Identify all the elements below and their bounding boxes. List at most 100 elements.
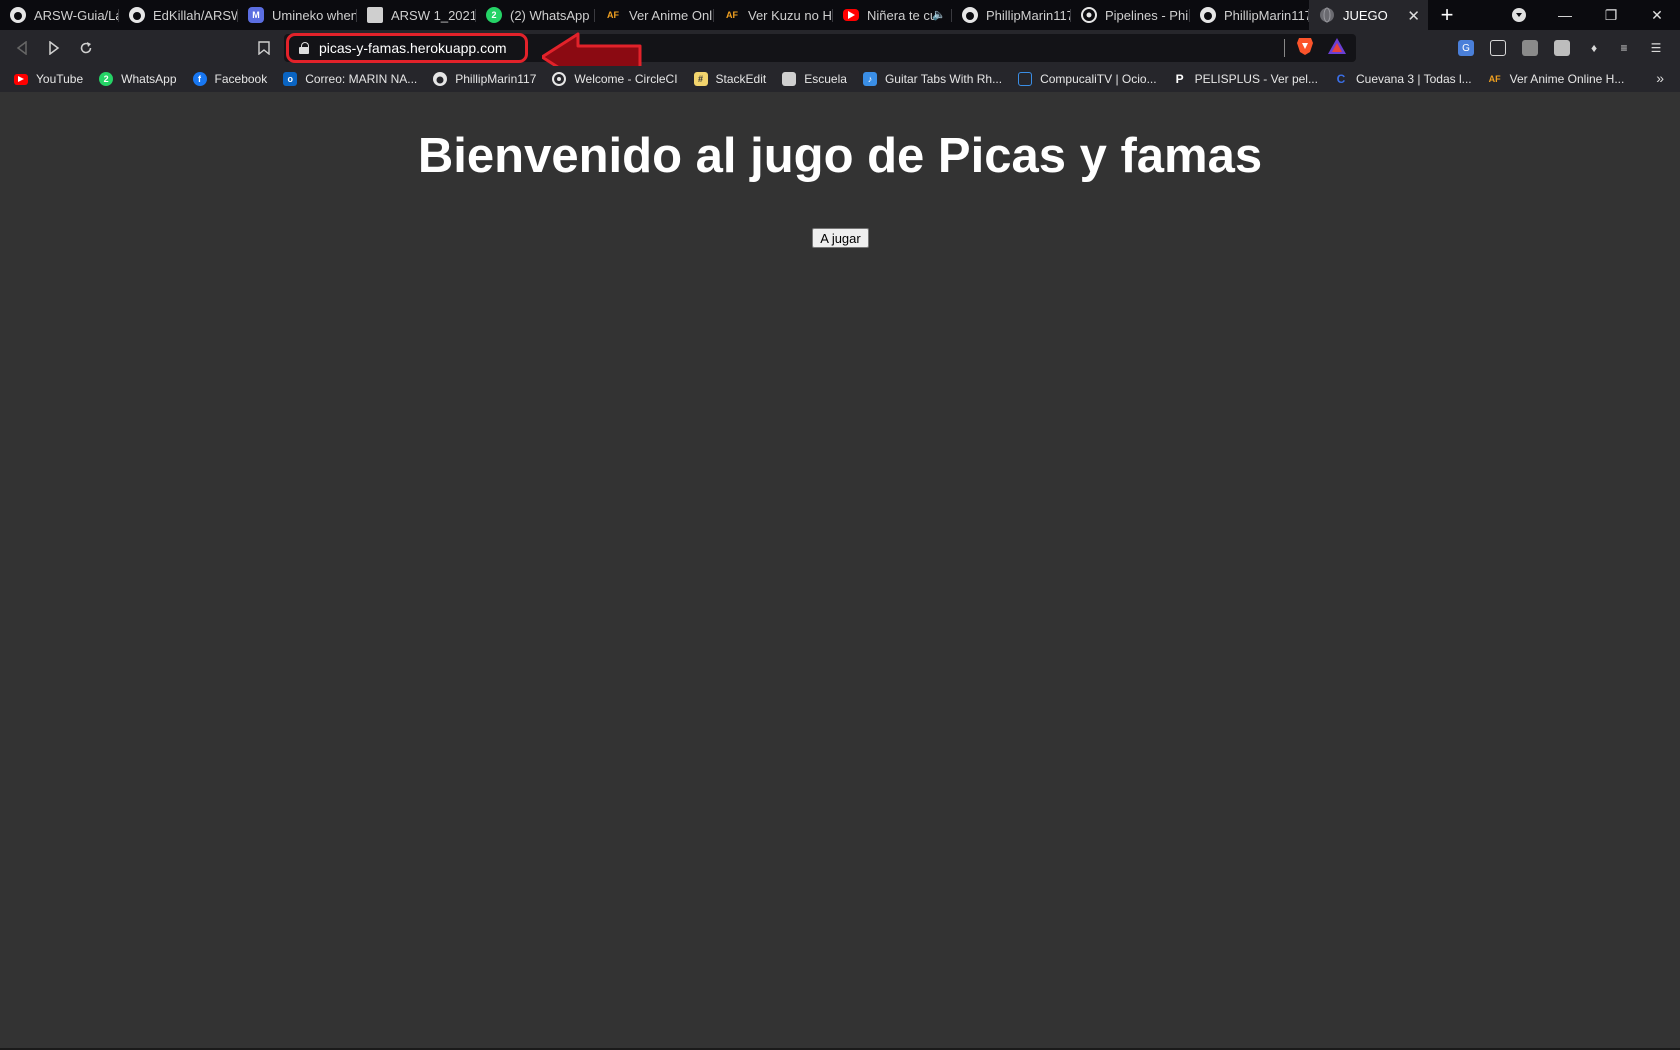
puzzle-extensions-icon[interactable]: ♦ (1586, 40, 1602, 56)
toolbar: picas-y-famas.herokuapp.com G ♦ ≡ ☰ (0, 30, 1680, 82)
browser-chrome: ARSW-Guia/Lab EdKillah/ARSW M Umineko wh… (0, 0, 1680, 100)
bookmark-label: WhatsApp (121, 72, 177, 86)
bookmark-facebook[interactable]: f Facebook (192, 72, 268, 86)
github-icon (129, 7, 145, 23)
bookmark-ver-anime[interactable]: AF Ver Anime Online H... (1488, 72, 1625, 86)
circleci-icon (552, 72, 567, 86)
github-icon (10, 7, 26, 23)
extension-icon[interactable] (1522, 40, 1538, 56)
play-button[interactable]: A jugar (812, 228, 869, 248)
menu-icon[interactable]: ☰ (1648, 40, 1664, 56)
tab-title: PhillipMarin117 (986, 7, 1071, 23)
bookmarks-bar: YouTube 2 WhatsApp f Facebook o Correo: … (0, 66, 1680, 92)
restore-icon[interactable]: ❐ (1588, 0, 1634, 30)
bookmark-label: CompucaliTV | Ocio... (1040, 72, 1157, 86)
mastodon-icon: M (248, 7, 264, 23)
page-title: Bienvenido al jugo de Picas y famas (417, 129, 1263, 183)
bookmark-youtube[interactable]: YouTube (14, 72, 83, 86)
github-icon (962, 7, 978, 23)
bookmark-cuevana[interactable]: C Cuevana 3 | Todas l... (1334, 72, 1472, 86)
bookmark-label: Ver Anime Online H... (1509, 72, 1625, 86)
playlist-icon[interactable]: ≡ (1616, 40, 1632, 56)
github-icon (433, 72, 448, 86)
bookmark-label: Welcome - CircleCI (574, 72, 678, 86)
tab-title: PhillipMarin117 (1224, 7, 1309, 23)
bookmark-guitar-tabs[interactable]: ♪ Guitar Tabs With Rh... (862, 72, 1002, 86)
animeflv-icon: AF (607, 10, 619, 20)
animeflv-icon: AF (726, 10, 738, 20)
facebook-icon: f (192, 72, 207, 86)
reload-icon[interactable] (74, 36, 98, 60)
tab-ver-kuzu[interactable]: AF Ver Kuzu no Ho (714, 0, 833, 30)
bookmark-whatsapp[interactable]: 2 WhatsApp (99, 72, 177, 86)
bookmark-escuela[interactable]: Escuela (782, 72, 847, 86)
tab-title: EdKillah/ARSW (153, 7, 238, 23)
bookmark-circleci[interactable]: Welcome - CircleCI (552, 72, 678, 86)
tab-search-icon[interactable] (1496, 0, 1542, 30)
tab-title: ARSW-Guia/Lab (34, 7, 119, 23)
tab-edkillah[interactable]: EdKillah/ARSW (119, 0, 238, 30)
forward-icon[interactable] (42, 36, 66, 60)
close-icon[interactable]: ✕ (1407, 7, 1420, 25)
page-content: Bienvenido al jugo de Picas y famas A ju… (0, 92, 1680, 1050)
bookmark-label: Correo: MARIN NA... (305, 72, 418, 86)
bookmark-pelisplus[interactable]: P PELISPLUS - Ver pel... (1173, 72, 1318, 86)
speaker-icon[interactable]: 🔈 (932, 8, 946, 21)
bookmark-label: Facebook (214, 72, 268, 86)
tab-whatsapp[interactable]: 2 (2) WhatsApp (476, 0, 595, 30)
tab-juego[interactable]: JUEGO ✕ (1309, 0, 1428, 30)
window-controls: — ❐ ✕ (1496, 0, 1680, 30)
bookmark-label: Escuela (804, 72, 847, 86)
bookmark-correo[interactable]: o Correo: MARIN NA... (283, 72, 417, 86)
extension-icon[interactable] (1554, 40, 1570, 56)
tab-title: Ver Anime Onli (629, 7, 714, 23)
tab-arsw-1[interactable]: ARSW 1_2021-i (357, 0, 476, 30)
document-icon (782, 72, 797, 86)
translate-extension-icon[interactable]: G (1458, 40, 1474, 56)
bookmark-label: PELISPLUS - Ver pel... (1194, 72, 1318, 86)
tab-title: Pipelines - Phil (1105, 7, 1190, 23)
bookmark-label: YouTube (36, 72, 84, 86)
tab-title: JUEGO (1343, 7, 1388, 23)
close-window-icon[interactable]: ✕ (1634, 0, 1680, 30)
youtube-icon (843, 9, 859, 21)
whatsapp-icon: 2 (486, 7, 502, 23)
tab-phillipmarin-1[interactable]: PhillipMarin117 (952, 0, 1071, 30)
url-highlight[interactable]: picas-y-famas.herokuapp.com (286, 33, 528, 63)
guitar-tabs-icon: ♪ (862, 72, 877, 86)
outlook-icon: o (283, 72, 298, 86)
tab-strip: ARSW-Guia/Lab EdKillah/ARSW M Umineko wh… (0, 0, 1680, 30)
stackedit-icon: # (693, 72, 708, 86)
tab-ninera[interactable]: Niñera te cu 🔈 (833, 0, 952, 30)
bookmark-label: Cuevana 3 | Todas l... (1355, 72, 1472, 86)
minimize-icon[interactable]: — (1542, 0, 1588, 30)
media-extension-icon[interactable] (1490, 40, 1506, 56)
tab-pipelines[interactable]: Pipelines - Phil (1071, 0, 1190, 30)
bookmark-label: StackEdit (715, 72, 767, 86)
circleci-icon (1081, 7, 1097, 23)
pelisplus-icon: P (1175, 72, 1184, 86)
bookmark-phillipmarin[interactable]: PhillipMarin117 (433, 72, 536, 86)
tab-title: Ver Kuzu no Ho (748, 7, 833, 23)
tab-umineko[interactable]: M Umineko when (238, 0, 357, 30)
bookmark-icon[interactable] (252, 36, 276, 60)
tab-title: Umineko when (272, 7, 357, 23)
bookmark-compucalitv[interactable]: CompucaliTV | Ocio... (1018, 72, 1157, 86)
chevron-right-icon[interactable]: » (1656, 70, 1664, 86)
tab-phillipmarin-2[interactable]: PhillipMarin117 (1190, 0, 1309, 30)
back-icon[interactable] (10, 36, 34, 60)
url-text[interactable]: picas-y-famas.herokuapp.com (319, 40, 507, 56)
lock-icon (299, 42, 309, 54)
document-icon (367, 7, 383, 23)
youtube-icon (14, 73, 28, 85)
bookmark-stackedit[interactable]: # StackEdit (693, 72, 767, 86)
tv-icon (1018, 72, 1033, 86)
whatsapp-icon: 2 (99, 72, 114, 86)
tab-title: ARSW 1_2021-i (391, 7, 476, 23)
new-tab-button[interactable]: + (1432, 0, 1462, 30)
brave-shields-icon[interactable] (1296, 36, 1314, 56)
tab-ver-anime[interactable]: AF Ver Anime Onli (595, 0, 714, 30)
github-icon (1200, 7, 1216, 23)
brave-rewards-icon[interactable] (1327, 37, 1347, 60)
tab-arsw-guia[interactable]: ARSW-Guia/Lab (0, 0, 119, 30)
